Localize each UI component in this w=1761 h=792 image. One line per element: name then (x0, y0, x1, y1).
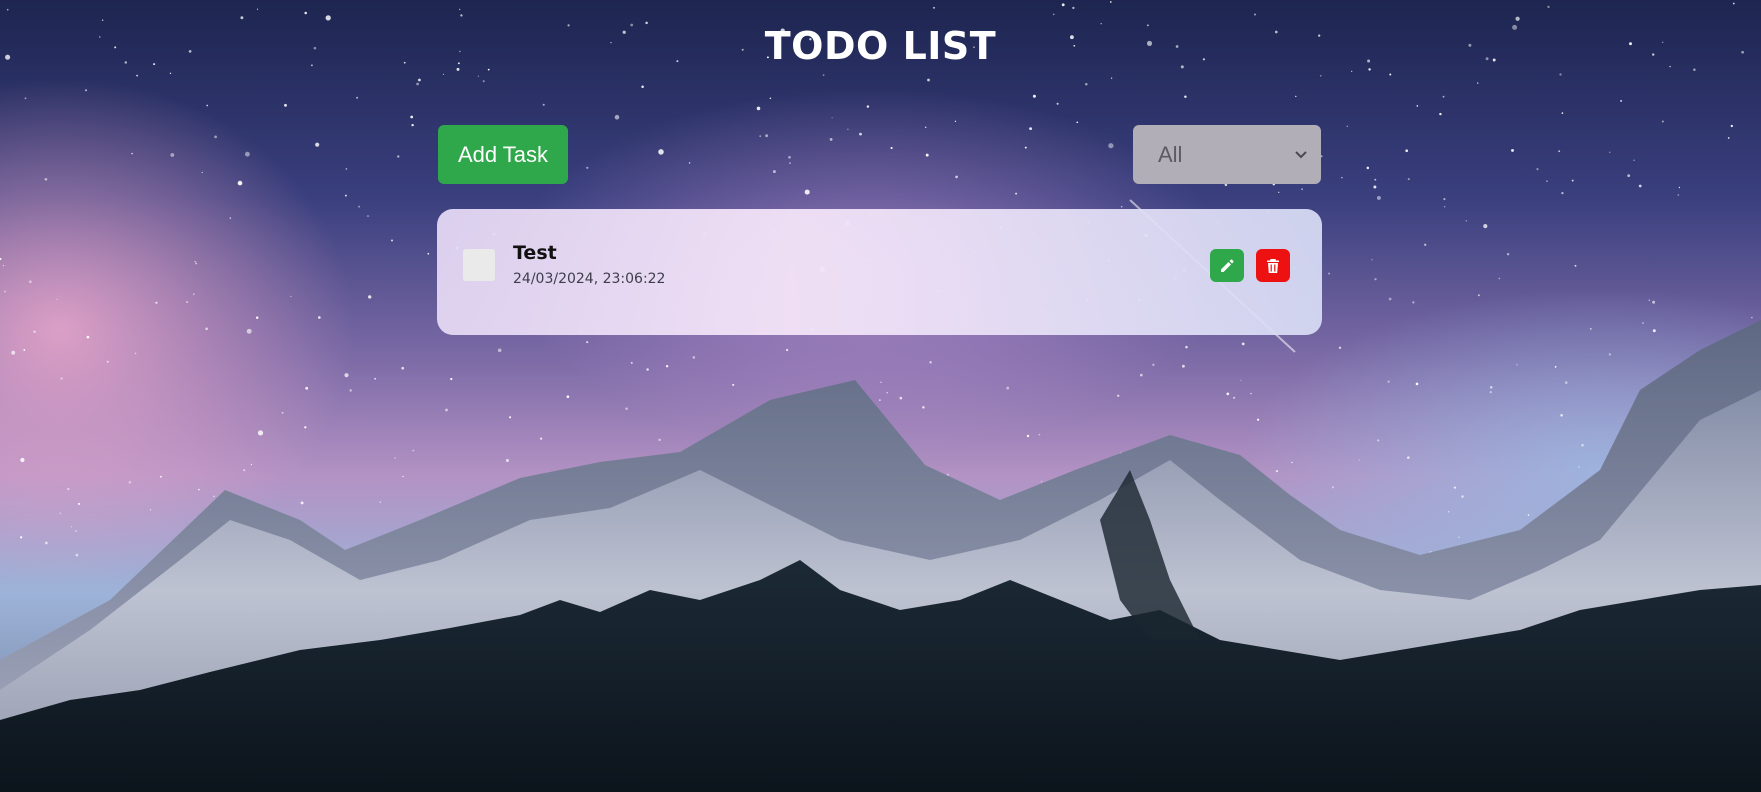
page-title: TODO LIST (764, 24, 997, 68)
task-item: Test 24/03/2024, 23:06:22 (437, 209, 1322, 335)
mountain-landscape (0, 320, 1761, 792)
add-task-button[interactable]: Add Task (438, 125, 568, 184)
filter-selected-value: All (1158, 141, 1183, 167)
task-list: Test 24/03/2024, 23:06:22 (437, 209, 1322, 335)
status-filter-select[interactable]: All (1133, 125, 1321, 184)
task-complete-checkbox[interactable] (463, 249, 495, 281)
app-background: TODO LIST Add Task All Test 24/03/2024, … (0, 0, 1761, 792)
task-title: Test (513, 242, 557, 264)
pencil-icon (1221, 259, 1234, 272)
edit-task-button[interactable] (1210, 249, 1244, 282)
delete-task-button[interactable] (1256, 249, 1290, 282)
chevron-down-icon (1295, 150, 1307, 158)
task-timestamp: 24/03/2024, 23:06:22 (513, 271, 666, 287)
trash-icon (1267, 258, 1279, 273)
